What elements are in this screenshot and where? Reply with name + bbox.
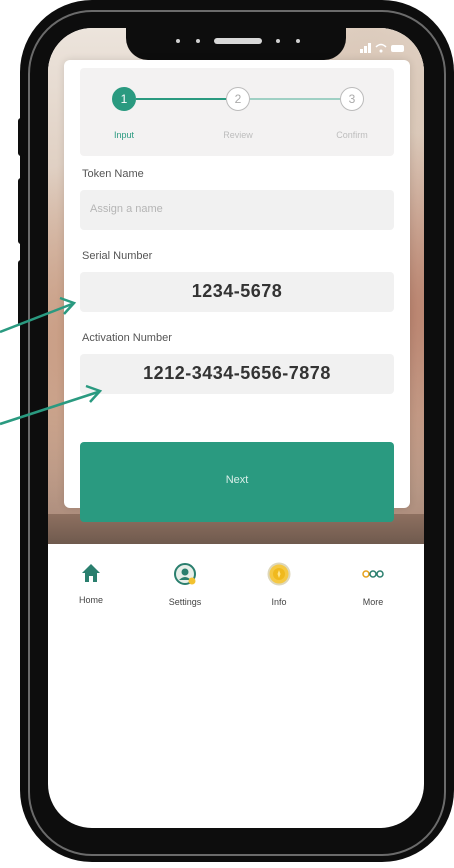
activation-number-value: 1212-3434-5656-7878 [143, 363, 331, 383]
serial-callout-arrow-icon [0, 296, 77, 334]
next-button-label: Next [225, 474, 249, 486]
tab-more[interactable]: More [338, 562, 408, 607]
serial-number-label: Serial Number [82, 250, 153, 262]
phone-screen: 1 2 3 Input Review Confirm Token Name As… [48, 28, 424, 828]
tab-info-label: Info [271, 597, 287, 607]
bottom-tab-bar: Home Settings Info More [48, 548, 424, 638]
camera-dot [276, 39, 280, 43]
step-connector [250, 98, 340, 100]
step-2-label: Review [223, 130, 253, 140]
serial-number-input[interactable]: 1234-5678 [80, 272, 394, 312]
mute-switch [18, 118, 26, 156]
sensor-dot [176, 39, 180, 43]
more-dots-icon [362, 570, 384, 578]
token-name-placeholder: Assign a name [90, 203, 163, 215]
step-2-circle: 2 [226, 87, 250, 111]
next-button[interactable]: Next [80, 442, 394, 522]
activation-number-label: Activation Number [82, 332, 172, 344]
settings-user-icon [174, 563, 196, 585]
tab-home-label: Home [78, 595, 103, 605]
step-1-circle: 1 [112, 87, 136, 111]
tab-settings-label: Settings [168, 597, 202, 607]
info-coin-icon [267, 562, 291, 586]
tab-more-label: More [362, 597, 384, 607]
serial-number-value: 1234-5678 [191, 281, 283, 301]
progress-stepper: 1 2 3 Input Review Confirm [80, 68, 394, 156]
speaker-grille [214, 38, 262, 44]
notch [126, 28, 346, 60]
sensor-dot [296, 39, 300, 43]
token-name-label: Token Name [82, 168, 144, 180]
token-name-input[interactable]: Assign a name [80, 190, 394, 230]
activation-number-input[interactable]: 1212-3434-5656-7878 [80, 354, 394, 394]
tab-info[interactable]: Info [244, 562, 314, 607]
activation-callout-arrow-icon [0, 384, 103, 426]
tab-home[interactable]: Home [56, 562, 126, 605]
token-form-card: 1 2 3 Input Review Confirm Token Name As… [64, 60, 410, 522]
volume-up-button [18, 178, 26, 244]
home-icon [82, 564, 100, 582]
step-1-label: Input [113, 130, 135, 140]
step-3-label: Confirm [336, 130, 368, 140]
signal-wifi-battery-icon [360, 43, 404, 53]
step-connector [136, 98, 226, 100]
step-3-circle: 3 [340, 87, 364, 111]
sensor-dot [196, 39, 200, 43]
status-icons [360, 42, 406, 57]
tab-settings[interactable]: Settings [150, 562, 220, 607]
